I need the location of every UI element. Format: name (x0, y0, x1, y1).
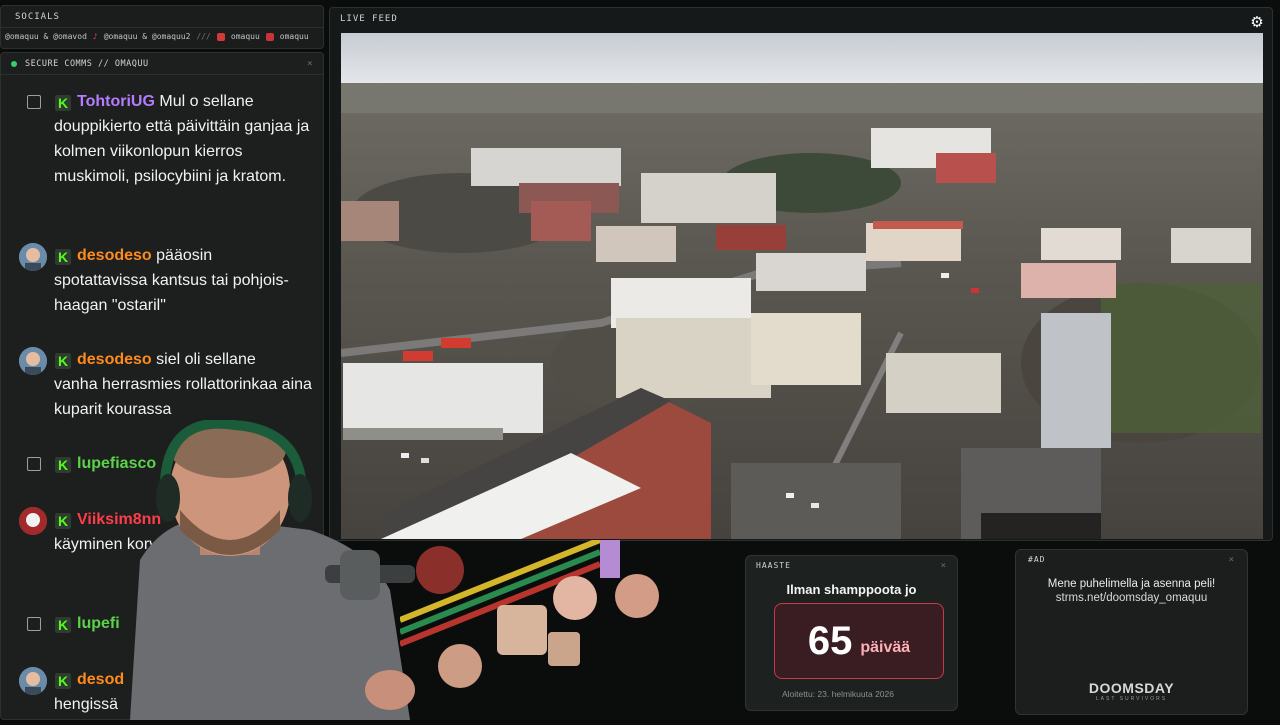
avatar (27, 617, 41, 631)
ad-header-label: #AD (1028, 555, 1046, 564)
doomsday-sublogo: LAST SURVIVORS (1095, 696, 1168, 702)
chat-username[interactable]: desodeso (77, 351, 152, 368)
kick-badge-icon: K (55, 673, 71, 689)
social-handle[interactable]: omaquu (280, 32, 309, 41)
live-feed-header: LIVE FEED (340, 14, 398, 24)
ad-widget: #AD × Mene puhelimella ja asenna peli! s… (1015, 549, 1248, 715)
kick-badge-icon: K (55, 353, 71, 369)
ad-header: #AD × (1016, 550, 1247, 570)
social-handle[interactable]: @omaquu & @omaquu2 (104, 32, 191, 41)
challenge-widget: HAASTE × Ilman shamppoota jo 65 päivää A… (745, 555, 958, 711)
tiktok-icon: ♪ (92, 32, 98, 41)
avatar (19, 507, 47, 535)
challenge-start-date: Aloitettu: 23. helmikuuta 2026 (782, 689, 894, 699)
ad-link[interactable]: strms.net/doomsday_omaquu (1016, 592, 1247, 604)
chat-message: K TohtoriUG Mul o sellane douppikierto et… (19, 89, 315, 189)
avatar (27, 457, 41, 471)
socials-panel: SOCIALS @omaquu & @omavod ♪ @omaquu & @o… (0, 5, 324, 49)
kick-badge-icon: K (55, 95, 71, 111)
challenge-title: Ilman shamppoota jo (786, 582, 917, 597)
chat-title: SECURE COMMS // OMAQUU (25, 58, 149, 69)
day-count: 65 (807, 618, 853, 663)
close-icon[interactable]: × (1229, 555, 1235, 565)
close-icon[interactable]: × (307, 59, 313, 69)
chat-header: SECURE COMMS // OMAQUU × (1, 53, 323, 75)
chat-text: spotattavissa kantsus tai pohjois-haagan… (54, 272, 289, 314)
kick-badge-icon: K (55, 513, 71, 529)
webcam-feed (110, 420, 430, 720)
live-dot-icon (11, 60, 17, 67)
chat-message: Kdesodeso pääosin spotattavissa kantsus … (19, 243, 315, 318)
separator: /// (196, 32, 211, 41)
kick-icon (265, 32, 274, 41)
chat-text: Mul o sellane (159, 93, 254, 110)
chat-text: pääosin (156, 247, 213, 264)
chat-text: douppikierto että päivittäin ganjaa ja k… (54, 118, 310, 185)
avatar (27, 95, 41, 109)
gear-icon[interactable]: ⚙ (1250, 15, 1264, 30)
avatar (19, 667, 47, 695)
social-handle[interactable]: omaquu (231, 32, 260, 41)
avatar (19, 347, 47, 375)
aerial-city-video (341, 33, 1263, 539)
emote-decoration (398, 537, 700, 720)
close-icon[interactable]: × (941, 561, 947, 571)
doomsday-logo: DOOMSDAY (1088, 680, 1175, 696)
chat-text: vanha herrasmies rollattorinkaa aina kup… (54, 376, 312, 418)
avatar (19, 243, 47, 271)
socials-handles: @omaquu & @omavod ♪ @omaquu & @omaquu2 /… (1, 28, 323, 45)
youtube-icon (216, 32, 225, 41)
chat-username[interactable]: TohtoriUG (77, 93, 155, 110)
challenge-header-label: HAASTE (756, 561, 791, 570)
challenge-header: HAASTE × (746, 556, 957, 576)
kick-badge-icon: K (55, 249, 71, 265)
ad-text: Mene puhelimella ja asenna peli! (1047, 578, 1216, 590)
day-unit: päivää (860, 639, 911, 656)
chat-username[interactable]: desodeso (77, 247, 152, 264)
chat-text: siel oli sellane (156, 351, 256, 368)
chat-message: Kdesodeso siel oli sellane vanha herrasm… (19, 347, 315, 422)
kick-badge-icon: K (55, 457, 71, 473)
socials-header: SOCIALS (1, 6, 323, 28)
day-counter: 65 päivää (774, 603, 944, 679)
kick-badge-icon: K (55, 617, 71, 633)
live-feed-panel: LIVE FEED ⚙ (329, 7, 1273, 541)
social-handle[interactable]: @omaquu & @omavod (5, 32, 87, 41)
